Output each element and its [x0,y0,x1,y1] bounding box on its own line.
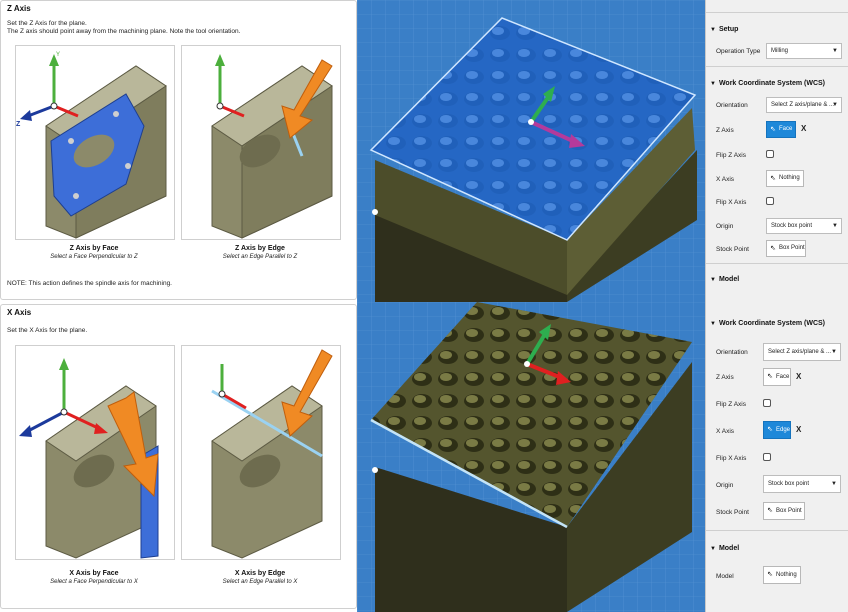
part-illustration-icon [211,54,333,239]
tooltip-description: Set the X Axis for the plane. [7,327,88,334]
flip-z-axis-checkbox[interactable] [766,150,774,158]
axis-label: Z [16,121,21,128]
chevron-down-icon: ▼ [832,223,838,229]
pointer-cursor-icon: ⇖ [767,426,773,433]
caption-title: Z Axis by Face [69,245,119,252]
origin-dropdown[interactable]: Stock box point ▼ [766,218,842,234]
z-axis-by-edge-illustration [181,45,341,240]
origin-label: Origin [716,482,734,489]
tooltip-title: X Axis [7,308,32,317]
z-axis-selector[interactable]: ⇖ Face [763,368,791,386]
caption-subtitle: Select an Edge Parallel to Z [222,254,298,260]
divider [706,66,848,67]
caption-title: X Axis by Edge [234,570,286,577]
origin-dropdown[interactable]: Stock box point ▼ [763,475,841,493]
z-axis-tooltip: Z Axis Set the Z Axis for the plane. The… [0,0,357,300]
z-axis-selector[interactable]: ⇖ Face [766,121,796,138]
chevron-down-icon: ▼ [831,481,837,487]
flip-z-axis-checkbox[interactable] [763,399,771,407]
orientation-label: Orientation [716,349,748,356]
close-icon[interactable]: X [796,425,801,434]
x-axis-by-face-illustration [15,345,175,560]
z-axis-label: Z Axis [716,374,734,381]
flip-z-axis-label: Flip Z Axis [716,401,746,408]
section-model[interactable]: ▼ Model [710,276,739,283]
stock-point-label: Stock Point [716,246,749,253]
part-illustration-icon: Y Z [16,52,167,239]
pointer-cursor-icon: ⇖ [767,571,773,578]
tooltip-title: Z Axis [7,4,31,13]
divider [706,530,848,531]
triangle-down-icon: ▼ [710,277,716,283]
flip-x-axis-label: Flip X Axis [716,199,747,206]
caption-subtitle: Select an Edge Parallel to X [222,579,298,585]
section-setup[interactable]: ▼ Setup [710,26,738,33]
triangle-down-icon: ▼ [710,27,716,33]
stock-model-render[interactable] [357,302,705,612]
x-axis-tooltip: X Axis Set the X Axis for the plane. X A… [0,304,357,609]
part-illustration-icon [19,358,159,559]
x-axis-label: X Axis [716,176,735,183]
stock-point-selector[interactable]: ⇖ Box Point [766,240,806,257]
triangle-down-icon: ▼ [710,81,716,87]
triangle-down-icon: ▼ [710,546,716,552]
x-axis-selector[interactable]: ⇖ Nothing [766,170,804,187]
flip-x-axis-checkbox[interactable] [763,453,771,461]
orientation-label: Orientation [716,102,748,109]
stock-point-label: Stock Point [716,509,749,516]
flip-z-axis-label: Flip Z Axis [716,152,746,159]
flip-x-axis-label: Flip X Axis [716,455,747,462]
origin-label: Origin [716,223,734,230]
pointer-cursor-icon: ⇖ [767,373,773,380]
model-label: Model [716,573,734,580]
caption-title: Z Axis by Edge [235,245,285,252]
section-wcs[interactable]: ▼ Work Coordinate System (WCS) [710,320,825,327]
chevron-down-icon: ▼ [832,102,838,108]
orientation-dropdown[interactable]: Select Z axis/plane & ... ▼ [763,343,841,361]
close-icon[interactable]: X [801,124,806,133]
pointer-cursor-icon: ⇖ [770,245,776,252]
x-axis-label: X Axis [716,428,735,435]
z-axis-by-face-illustration: Y Z [15,45,175,240]
3d-viewport-bottom[interactable] [357,302,705,612]
z-axis-label: Z Axis [716,127,734,134]
chevron-down-icon: ▼ [831,349,837,355]
divider [706,12,848,13]
tooltip-note: NOTE: This action defines the spindle ax… [7,280,172,287]
caption-subtitle: Select a Face Perpendicular to Z [50,254,138,260]
x-axis-by-edge-illustration [181,345,341,560]
stock-point-selector[interactable]: ⇖ Box Point [763,502,805,520]
tooltip-description: Set the Z Axis for the plane. [7,20,87,27]
part-illustration-icon [211,349,333,559]
caption-title: X Axis by Face [69,570,119,577]
3d-viewport-top[interactable] [357,0,705,302]
x-axis-selector[interactable]: ⇖ Edge [763,421,791,439]
axis-label: Y [56,52,60,58]
setup-properties-panel: ▼ Work Coordinate System (WCS) Orientatio… [705,302,848,612]
close-icon[interactable]: X [796,372,801,381]
triangle-down-icon: ▼ [710,321,716,327]
pointer-cursor-icon: ⇖ [770,126,776,133]
tooltip-description-2: The Z axis should point away from the ma… [7,28,241,35]
operation-type-label: Operation Type [716,48,761,55]
model-selector[interactable]: ⇖ Nothing [763,566,801,584]
chevron-down-icon: ▼ [832,48,838,54]
pointer-cursor-icon: ⇖ [767,507,773,514]
flip-x-axis-checkbox[interactable] [766,197,774,205]
caption-subtitle: Select a Face Perpendicular to X [50,579,138,585]
setup-properties-panel: ▼ Setup Operation Type Milling ▼ ▼ Work Coo… [705,0,848,302]
orientation-dropdown[interactable]: Select Z axis/plane & ... ▼ [766,97,842,113]
section-model[interactable]: ▼ Model [710,545,739,552]
pointer-cursor-icon: ⇖ [770,175,776,182]
stock-model-render[interactable] [357,0,705,302]
divider [706,263,848,264]
section-wcs[interactable]: ▼ Work Coordinate System (WCS) [710,80,825,87]
operation-type-dropdown[interactable]: Milling ▼ [766,43,842,59]
